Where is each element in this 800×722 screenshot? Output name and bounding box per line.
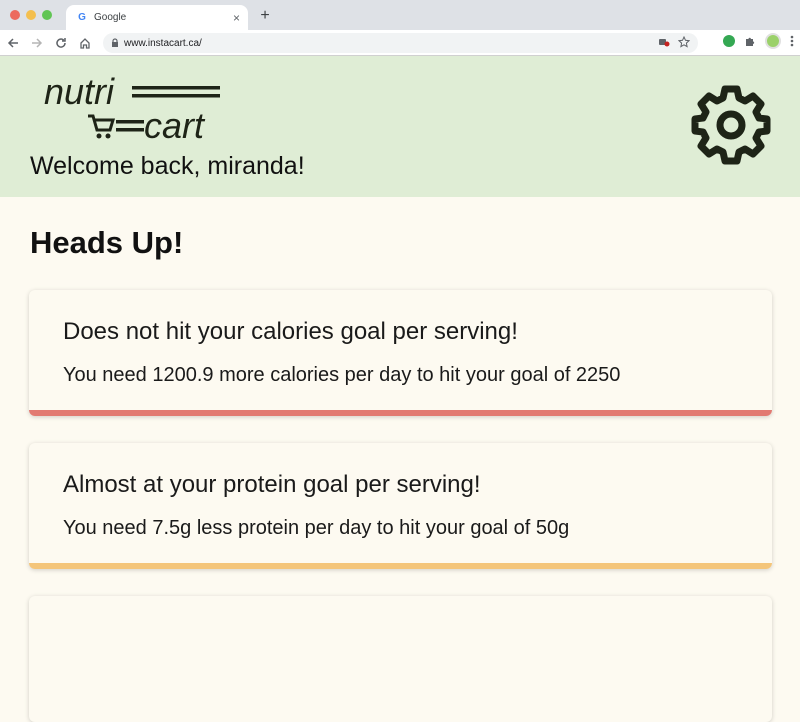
browser-tab[interactable]: G Google × (66, 5, 248, 30)
page-title: Heads Up! (30, 225, 184, 260)
alert-card-partial[interactable] (29, 596, 772, 722)
browser-toolbar: www.instacart.ca/ (0, 30, 800, 56)
kebab-menu-icon[interactable] (790, 35, 794, 47)
close-window-button[interactable] (10, 10, 20, 20)
nutricart-logo[interactable]: nutri cart (40, 66, 230, 146)
logo-speed-line (116, 128, 144, 132)
tab-title: Google (94, 12, 127, 23)
logo-text-bottom: cart (144, 105, 206, 146)
arrow-right-icon (32, 37, 43, 48)
lock-icon (112, 38, 118, 47)
back-button[interactable] (2, 32, 24, 54)
logo-speed-line (116, 120, 144, 124)
new-tab-button[interactable]: + (256, 7, 274, 25)
logo-speed-line (132, 86, 220, 90)
browser-chrome: G Google × + www.instacart.ca/ (0, 0, 800, 56)
forward-button[interactable] (26, 32, 48, 54)
alert-message: You need 1200.9 more calories per day to… (63, 364, 621, 386)
alert-title: Does not hit your calories goal per serv… (63, 318, 518, 345)
profile-avatar[interactable] (765, 33, 781, 49)
logo-speed-line (132, 94, 220, 98)
gear-icon[interactable] (690, 84, 772, 166)
camera-blocked-icon[interactable] (658, 36, 670, 48)
logo-text-top: nutri (44, 71, 115, 112)
main-content: Heads Up! Does not hit your calories goa… (0, 197, 800, 722)
app-header: nutri cart Welcome back, miranda! (0, 56, 800, 197)
window-controls (10, 10, 52, 20)
minimize-window-button[interactable] (26, 10, 36, 20)
alert-card-protein[interactable]: Almost at your protein goal per serving!… (29, 443, 772, 569)
address-bar-actions (658, 36, 690, 48)
extensions-area (723, 33, 794, 49)
star-icon[interactable] (678, 36, 690, 48)
zoom-window-button[interactable] (42, 10, 52, 20)
alert-status-bar-yellow (29, 563, 772, 569)
puzzle-icon[interactable] (744, 35, 756, 47)
home-button[interactable] (74, 32, 96, 54)
arrow-left-icon (7, 37, 18, 48)
alert-title: Almost at your protein goal per serving! (63, 471, 481, 498)
google-favicon-icon: G (78, 12, 86, 23)
reload-button[interactable] (50, 32, 72, 54)
close-tab-icon[interactable]: × (233, 11, 240, 25)
alert-message: You need 7.5g less protein per day to hi… (63, 517, 570, 539)
url-text: www.instacart.ca/ (124, 37, 202, 49)
reload-icon (56, 37, 66, 48)
home-icon (80, 37, 90, 49)
alert-status-bar-red (29, 410, 772, 416)
alert-card-calories[interactable]: Does not hit your calories goal per serv… (29, 290, 772, 416)
cart-icon (88, 114, 116, 139)
address-bar[interactable]: www.instacart.ca/ (103, 33, 698, 53)
extension-icon[interactable] (723, 35, 735, 47)
welcome-message: Welcome back, miranda! (30, 152, 305, 180)
